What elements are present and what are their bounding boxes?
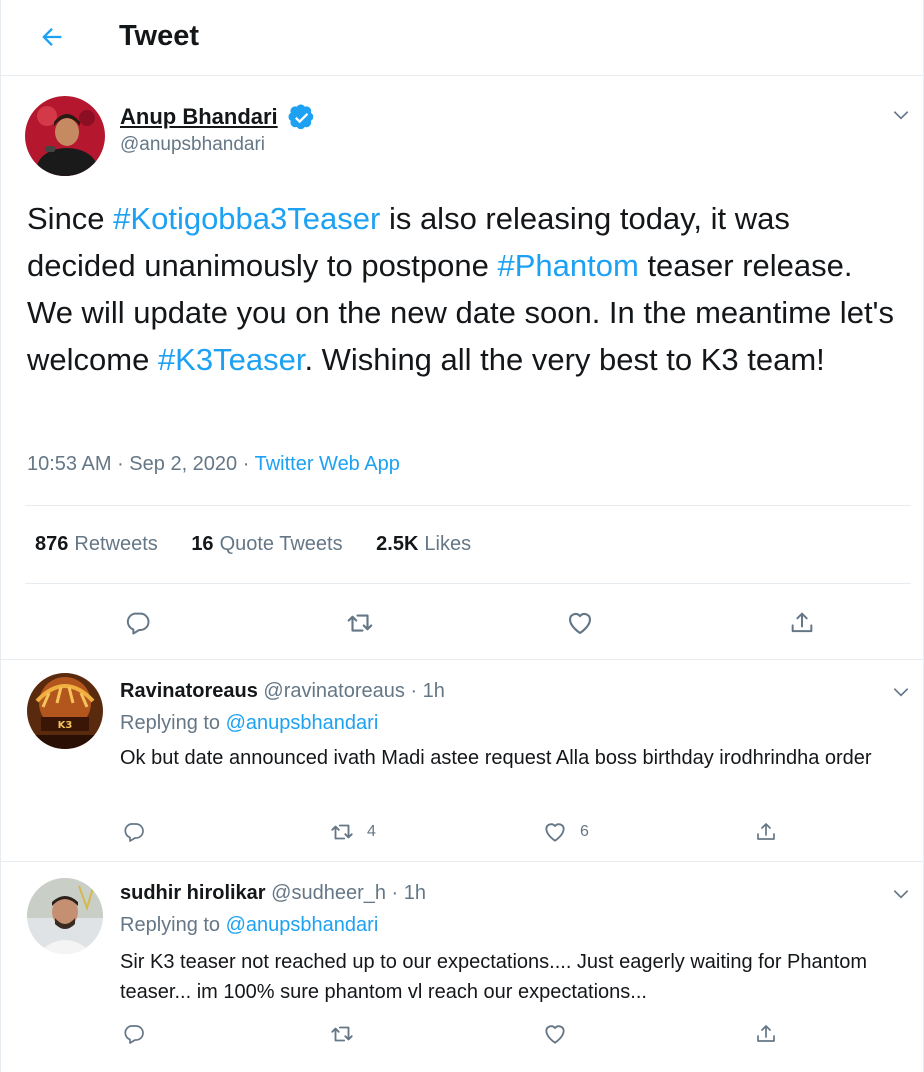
share-icon — [791, 612, 813, 633]
tweet-text-segment: Since — [27, 201, 114, 236]
retweet-icon — [347, 614, 373, 632]
share-button[interactable] — [754, 817, 778, 847]
retweet-button[interactable]: 4 — [329, 817, 376, 847]
likes-stat[interactable]: 2.5K Likes — [376, 533, 471, 555]
heart-icon — [545, 1025, 565, 1044]
share-icon — [757, 1025, 775, 1042]
reply-author-handle[interactable]: @ravinatoreaus — [263, 680, 404, 702]
replying-to: Replying to @anupsbhandari — [120, 712, 379, 734]
like-button[interactable] — [542, 1019, 568, 1049]
divider — [25, 505, 911, 506]
meta-separator: · — [242, 453, 255, 475]
hashtag-link[interactable]: #Phantom — [498, 248, 639, 283]
tweet-meta: 10:53 AM · Sep 2, 2020 · Twitter Web App — [27, 453, 400, 476]
tweet-source[interactable]: Twitter Web App — [255, 453, 400, 475]
like-button[interactable] — [560, 603, 600, 643]
hashtag-link[interactable]: #K3Teaser — [158, 342, 305, 377]
tweet-text: Since #Kotigobba3Teaser is also releasin… — [27, 195, 907, 383]
reply-button[interactable] — [118, 603, 158, 643]
tweet-options-button[interactable] — [889, 103, 913, 127]
svg-text:K3: K3 — [58, 720, 73, 731]
reply-text: Ok but date announced ivath Madi astee r… — [120, 747, 872, 769]
reply-time[interactable]: 1h — [404, 882, 426, 904]
retweet-button[interactable] — [340, 603, 380, 643]
tweet-page: Tweet Anup Bhandari @anupsbhandari Since… — [0, 0, 924, 1072]
chevron-down-icon — [893, 890, 909, 899]
retweets-stat[interactable]: 876 Retweets — [35, 533, 158, 555]
engagement-stats: 876 Retweets 16 Quote Tweets 2.5K Likes — [35, 533, 499, 556]
page-header: Tweet — [1, 0, 924, 76]
page-title: Tweet — [119, 20, 200, 52]
hashtag-link[interactable]: #Kotigobba3Teaser — [113, 201, 380, 236]
reply-text: Sir K3 teaser not reached up to our expe… — [120, 951, 868, 1003]
tweet-date[interactable]: Sep 2, 2020 — [129, 453, 237, 475]
reply-time[interactable]: 1h — [423, 680, 445, 702]
reply-options-button[interactable] — [889, 680, 913, 704]
like-count: 6 — [580, 823, 589, 840]
chevron-down-icon — [893, 111, 909, 120]
reply-author-name[interactable]: Ravinatoreaus — [120, 680, 258, 702]
share-button[interactable] — [782, 603, 822, 643]
meta-separator: · — [391, 882, 404, 904]
avatar[interactable]: K3 — [27, 673, 103, 749]
reply-tweet[interactable]: sudhir hirolikar @sudheer_h · 1h Replyin… — [1, 862, 924, 1072]
reply-tweet[interactable]: K3 Ravinatoreaus @ravinatoreaus · 1h Rep… — [1, 660, 924, 860]
reply-icon — [126, 612, 150, 635]
like-button[interactable]: 6 — [542, 817, 589, 847]
mention-link[interactable]: @anupsbhandari — [226, 712, 379, 734]
divider — [25, 583, 911, 584]
reply-options-button[interactable] — [889, 882, 913, 906]
replying-to: Replying to @anupsbhandari — [120, 914, 379, 936]
quote-tweets-stat[interactable]: 16 Quote Tweets — [191, 533, 342, 555]
reply-author-name[interactable]: sudhir hirolikar — [120, 882, 266, 904]
mention-link[interactable]: @anupsbhandari — [226, 914, 379, 936]
chevron-down-icon — [893, 688, 909, 697]
author-handle[interactable]: @anupsbhandari — [120, 134, 265, 156]
avatar[interactable] — [25, 96, 105, 176]
tweet-text-segment: . Wishing all the very best to K3 team! — [304, 342, 825, 377]
verified-badge-icon — [288, 104, 314, 130]
retweet-icon — [331, 1026, 353, 1042]
avatar[interactable] — [27, 878, 103, 954]
heart-icon — [545, 823, 565, 842]
share-button[interactable] — [754, 1019, 778, 1049]
heart-icon — [568, 613, 592, 635]
reply-author-handle[interactable]: @sudheer_h — [271, 882, 386, 904]
meta-separator: · — [117, 453, 130, 475]
arrow-left-icon — [42, 28, 62, 46]
reply-icon — [124, 823, 144, 842]
share-icon — [757, 823, 775, 840]
reply-header: sudhir hirolikar @sudheer_h · 1h — [120, 882, 426, 905]
reply-button[interactable] — [122, 817, 146, 847]
tweet-time[interactable]: 10:53 AM — [27, 453, 112, 475]
retweet-count: 4 — [367, 823, 376, 840]
retweet-icon — [331, 824, 353, 840]
meta-separator: · — [410, 680, 423, 702]
back-button[interactable] — [31, 16, 73, 58]
reply-button[interactable] — [122, 1019, 146, 1049]
author-name[interactable]: Anup Bhandari — [120, 104, 278, 130]
retweet-button[interactable] — [329, 1019, 355, 1049]
reply-icon — [124, 1025, 144, 1044]
reply-header: Ravinatoreaus @ravinatoreaus · 1h — [120, 680, 445, 703]
